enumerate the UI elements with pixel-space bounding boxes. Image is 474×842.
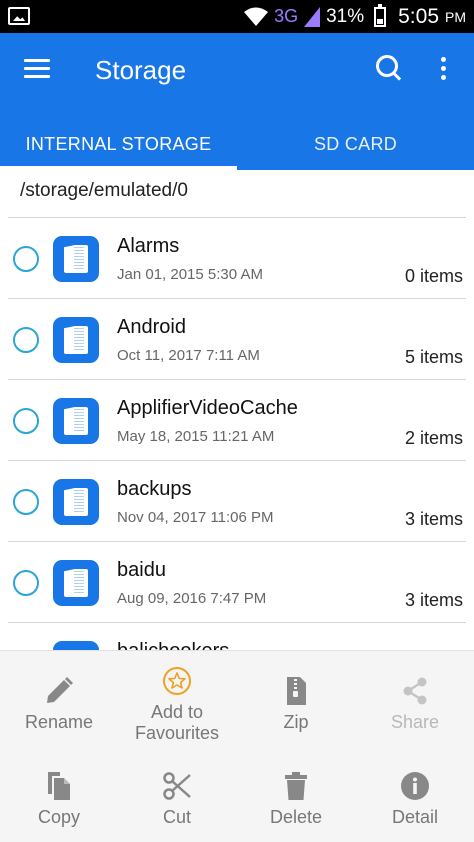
select-radio[interactable] xyxy=(13,570,39,596)
list-item[interactable]: backups Nov 04, 2017 11:06 PM 3 items xyxy=(0,461,474,542)
item-count: 3 items xyxy=(404,590,463,610)
select-radio[interactable] xyxy=(13,408,39,434)
folder-icon xyxy=(53,560,99,606)
select-radio[interactable] xyxy=(13,489,39,515)
tab-sd-card[interactable]: SD CARD xyxy=(237,118,474,170)
zip-icon xyxy=(287,677,306,705)
list-item[interactable]: baidu Aug 09, 2016 7:47 PM 3 items xyxy=(0,542,474,623)
cut-button[interactable]: Cut xyxy=(118,771,236,828)
battery-percent: 31% xyxy=(326,5,365,27)
scissors-icon xyxy=(163,772,191,800)
file-name: baidu xyxy=(117,559,166,581)
list-item[interactable]: balichookers xyxy=(0,623,474,650)
rename-label: Rename xyxy=(24,712,94,732)
share-button[interactable]: Share xyxy=(356,676,474,733)
file-name: ApplifierVideoCache xyxy=(117,397,298,419)
item-count: 0 items xyxy=(404,266,463,286)
battery-icon xyxy=(374,3,387,27)
file-date: Aug 09, 2016 7:47 PM xyxy=(117,590,267,607)
list-item[interactable]: Alarms Jan 01, 2015 5:30 AM 0 items xyxy=(0,218,474,299)
info-icon xyxy=(401,772,429,800)
list-item[interactable]: Android Oct 11, 2017 7:11 AM 5 items xyxy=(0,299,474,380)
file-name: Alarms xyxy=(117,235,180,257)
select-radio[interactable] xyxy=(13,327,39,353)
file-name: Android xyxy=(117,316,186,338)
folder-icon xyxy=(53,236,99,282)
clock: 5:05 xyxy=(398,4,439,28)
file-list: Alarms Jan 01, 2015 5:30 AM 0 items Andr… xyxy=(0,218,474,650)
tab-internal-storage[interactable]: INTERNAL STORAGE xyxy=(0,118,237,170)
item-count: 2 items xyxy=(404,428,463,448)
favourites-label-line1: Add to xyxy=(150,702,204,722)
search-icon[interactable] xyxy=(374,53,406,85)
file-date: May 18, 2015 11:21 AM xyxy=(117,428,275,445)
folder-icon xyxy=(53,317,99,363)
menu-icon[interactable] xyxy=(24,59,50,79)
copy-button[interactable]: Copy xyxy=(0,771,118,828)
list-item[interactable]: ApplifierVideoCache May 18, 2015 11:21 A… xyxy=(0,380,474,461)
signal-icon xyxy=(304,6,321,27)
app-bar: Storage INTERNAL STORAGE SD CARD xyxy=(0,33,474,170)
page-title: Storage xyxy=(95,55,187,85)
detail-button[interactable]: Detail xyxy=(356,771,474,828)
copy-label: Copy xyxy=(37,807,81,827)
breadcrumb[interactable]: /storage/emulated/0 xyxy=(20,180,188,202)
file-date: Oct 11, 2017 7:11 AM xyxy=(117,347,260,364)
folder-icon xyxy=(53,398,99,444)
share-label: Share xyxy=(390,712,440,732)
copy-icon xyxy=(48,772,70,800)
more-vert-icon[interactable] xyxy=(433,57,453,85)
trash-icon xyxy=(285,772,307,800)
gallery-notification-icon xyxy=(8,7,30,25)
select-radio[interactable] xyxy=(13,246,39,272)
delete-label: Delete xyxy=(269,807,323,827)
detail-label: Detail xyxy=(391,807,439,827)
folder-icon xyxy=(53,641,99,650)
file-name: balichookers xyxy=(117,640,229,650)
clock-ampm: PM xyxy=(445,8,466,25)
file-name: backups xyxy=(117,478,192,500)
status-bar: 3G 31% 5:05 PM xyxy=(0,0,474,33)
star-icon xyxy=(163,667,191,695)
item-count: 3 items xyxy=(404,509,463,529)
favourites-label-line2: Favourites xyxy=(134,723,220,743)
pencil-icon xyxy=(47,677,73,703)
status-bar-right: 3G 31% 5:05 PM xyxy=(244,0,466,33)
file-date: Nov 04, 2017 11:06 PM xyxy=(117,509,274,526)
item-count: 5 items xyxy=(404,347,463,367)
action-panel: Rename Add to Favourites Zip Share Copy … xyxy=(0,650,474,842)
share-icon xyxy=(403,677,427,705)
add-to-favourites-button[interactable]: Add to Favourites xyxy=(118,666,236,744)
network-type: 3G xyxy=(274,6,299,26)
cut-label: Cut xyxy=(162,807,191,827)
folder-icon xyxy=(53,479,99,525)
rename-button[interactable]: Rename xyxy=(0,676,118,733)
wifi-icon xyxy=(244,7,269,26)
storage-tabs: INTERNAL STORAGE SD CARD xyxy=(0,118,474,170)
zip-button[interactable]: Zip xyxy=(237,676,355,733)
zip-label: Zip xyxy=(283,712,309,732)
delete-button[interactable]: Delete xyxy=(237,771,355,828)
file-date: Jan 01, 2015 5:30 AM xyxy=(117,266,263,283)
